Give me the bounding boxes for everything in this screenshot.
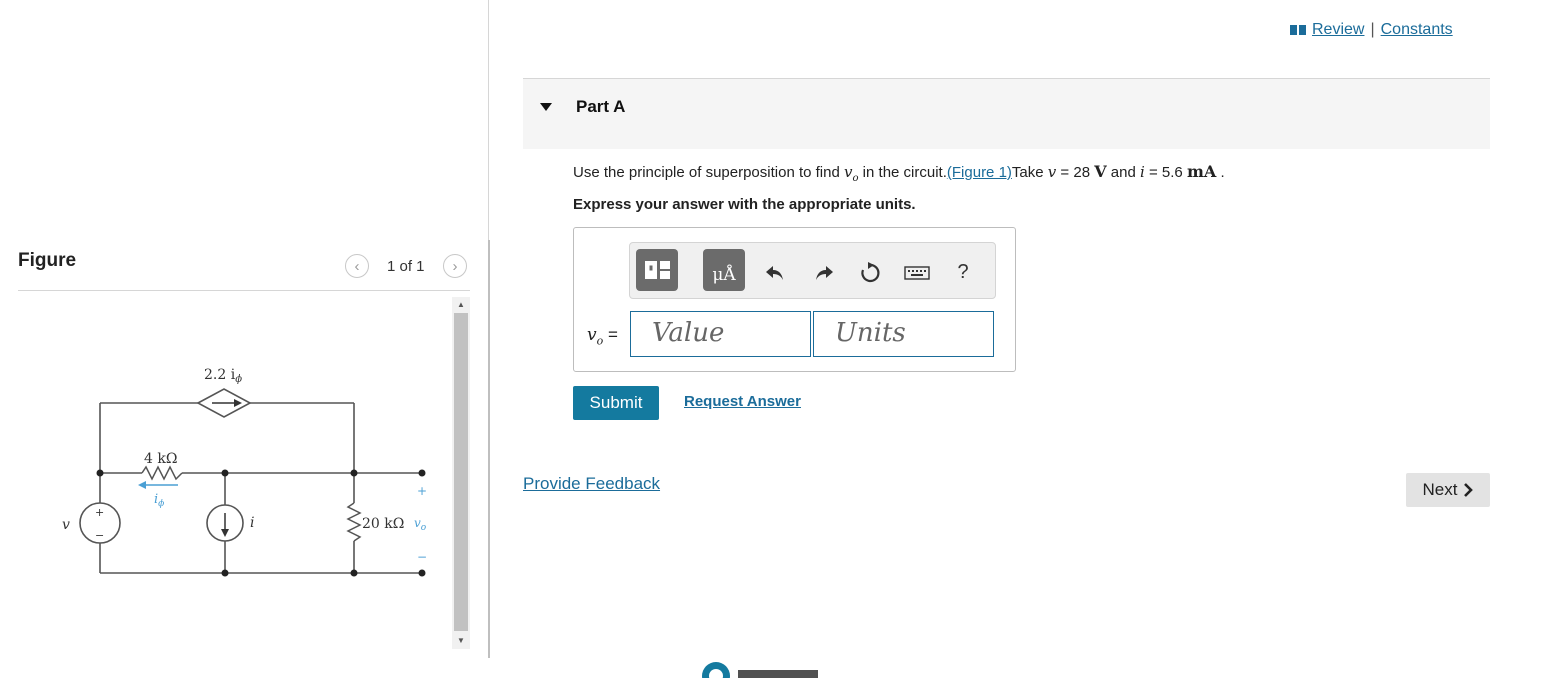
constants-link[interactable]: Constants [1381,21,1453,39]
scroll-up-icon[interactable]: ▲ [452,297,470,311]
templates-button[interactable] [636,249,678,291]
chevron-left-icon: ‹ [354,257,360,275]
figure-link[interactable]: (Figure 1) [947,164,1012,181]
book-icon [1290,25,1306,35]
svg-text:+: + [95,506,104,519]
next-label: Next [1422,480,1458,499]
instruction-text: Express your answer with the appropriate… [573,196,916,213]
question-text: Use the principle of superposition to fi… [573,162,1225,184]
answer-variable-label: vo = [587,325,618,348]
help-icon: ? [957,260,969,283]
units-icon: μÅ [712,265,736,285]
review-link[interactable]: Review [1312,21,1364,39]
reset-icon [861,262,880,283]
svg-text:−: − [417,550,427,564]
chevron-right-icon [1464,483,1474,497]
part-header[interactable] [523,79,1490,149]
figure-title: Figure [18,250,77,271]
reset-button[interactable] [857,260,883,286]
undo-button[interactable] [762,260,788,286]
svg-text:vo: vo [414,516,427,533]
svg-text:−: − [95,529,104,542]
svg-text:+: + [417,484,427,498]
redo-icon [816,266,833,280]
provide-feedback-link[interactable]: Provide Feedback [523,474,660,494]
next-figure-button[interactable]: › [443,254,467,278]
dep-source-label: 2.2 i [204,367,236,383]
resistor-4k [141,465,183,481]
next-button[interactable]: Next [1406,473,1490,507]
resistor-20k-label: 20 kΩ [362,516,404,532]
svg-text:iϕ: iϕ [154,492,164,509]
help-button[interactable]: ? [950,259,976,285]
templates-icon [645,261,670,279]
scroll-down-icon[interactable]: ▼ [452,633,470,647]
figure-divider [18,290,470,291]
part-title: Part A [576,97,626,116]
scrollbar-thumb[interactable] [454,313,468,631]
keyboard-button[interactable] [903,260,931,286]
chevron-right-icon: › [452,257,458,275]
request-answer-link[interactable]: Request Answer [684,393,801,410]
header-separator: | [1370,21,1375,38]
pearson-logo [700,658,830,678]
resistor-4k-label: 4 kΩ [144,451,177,467]
redo-button[interactable] [811,260,837,286]
panel-resize-handle[interactable] [488,240,490,658]
units-button[interactable]: μÅ [703,249,745,291]
value-input[interactable]: Value [630,311,811,357]
v-source-label: v [62,517,70,533]
current-source-label: i [250,515,254,531]
circuit-diagram: 2.2 iϕ 4 kΩ iϕ v + − i 20 kΩ + − vo [62,367,427,577]
figure-pager: 1 of 1 [387,258,425,275]
submit-button[interactable]: Submit [573,386,659,420]
resistor-20k [346,502,362,542]
collapse-triangle-icon[interactable] [540,103,552,111]
undo-icon [766,266,783,280]
units-input[interactable]: Units [813,311,994,357]
svg-text:2.2 iϕ: 2.2 iϕ [204,367,242,385]
keyboard-icon [904,266,930,280]
header-links: Review | Constants [1290,21,1453,39]
prev-figure-button[interactable]: ‹ [345,254,369,278]
